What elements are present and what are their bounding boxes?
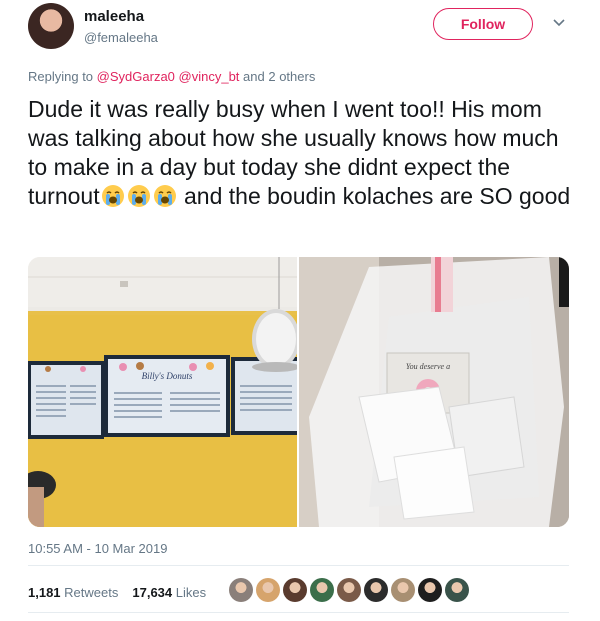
tweet-text: Dude it was really busy when I went too!…: [28, 95, 573, 211]
divider: [28, 565, 569, 566]
liker-avatar[interactable]: [418, 578, 442, 602]
menu-boards-illustration: Billy's Donuts: [28, 257, 300, 527]
replying-prefix: Replying to: [28, 69, 94, 84]
liker-avatars: [229, 578, 469, 602]
follow-button[interactable]: Follow: [433, 8, 533, 40]
loudly-crying-face-icon: [101, 185, 124, 207]
replying-to: Replying to @SydGarza0 @vincy_bt and 2 o…: [28, 69, 315, 84]
liker-avatar[interactable]: [364, 578, 388, 602]
photo-donut-shop-menu[interactable]: Billy's Donuts: [28, 257, 300, 527]
liker-avatar[interactable]: [337, 578, 361, 602]
mention-link[interactable]: @vincy_bt: [179, 69, 240, 84]
menu-title-text: Billy's Donuts: [142, 371, 193, 381]
donut-bag-illustration: You deserve a: [299, 257, 569, 527]
user-handle[interactable]: @femaleeha: [84, 30, 158, 45]
loudly-crying-face-icon: [127, 185, 150, 207]
liker-avatar[interactable]: [256, 578, 280, 602]
tweet-media[interactable]: Billy's Donuts You deserve a: [28, 257, 569, 527]
likes-stat[interactable]: 17,634 Likes: [132, 585, 206, 600]
retweets-label: Retweets: [64, 585, 119, 600]
liker-avatar[interactable]: [391, 578, 415, 602]
divider: [28, 612, 569, 613]
tweet-text-part2: and the boudin kolaches are SO good: [177, 183, 571, 209]
liker-avatar[interactable]: [229, 578, 253, 602]
retweets-stat[interactable]: 1,181 Retweets: [28, 585, 118, 600]
sign-text: You deserve a: [406, 362, 450, 371]
liker-avatar[interactable]: [445, 578, 469, 602]
user-name[interactable]: maleeha: [84, 8, 144, 25]
likes-label: Likes: [175, 585, 207, 600]
tweet-timestamp[interactable]: 10:55 AM - 10 Mar 2019: [28, 541, 167, 556]
chevron-down-icon[interactable]: [553, 16, 565, 28]
liker-avatar[interactable]: [310, 578, 334, 602]
replying-suffix[interactable]: and 2 others: [243, 69, 315, 84]
retweets-count: 1,181: [28, 585, 61, 600]
mention-link[interactable]: @SydGarza0: [97, 69, 175, 84]
likes-count: 17,634: [132, 585, 173, 600]
photo-bag-of-donuts[interactable]: You deserve a: [299, 257, 569, 527]
liker-avatar[interactable]: [283, 578, 307, 602]
avatar[interactable]: [28, 3, 74, 49]
loudly-crying-face-icon: [153, 185, 176, 207]
tweet-stats: 1,181 Retweets 17,634 Likes: [28, 585, 206, 600]
